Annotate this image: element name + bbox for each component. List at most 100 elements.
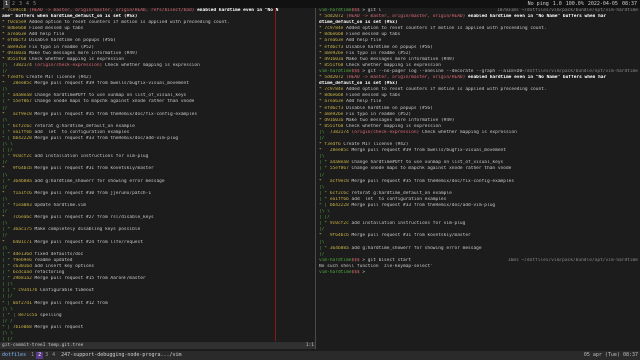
terminal-text: | |/ <box>319 215 330 221</box>
terminal-text: Fix typo in readme (#52) <box>346 50 412 56</box>
terminal-text: Make two messages more informative (#49) <box>346 117 455 123</box>
terminal-text: 8551f68 <box>324 123 347 129</box>
terminal-text: | * <box>2 263 13 269</box>
terminal-text: | * <box>2 203 13 208</box>
terminal-text: Add help file <box>346 38 382 44</box>
terminal-text: add installation instructions for vim-pl… <box>351 221 466 227</box>
shell-output[interactable]: vim-hardtime$$$ > git l 107831ms ~/dotfil… <box>317 8 640 276</box>
terminal-text: | * <box>2 270 13 276</box>
terminal-text: Added option to reset counters if motion… <box>346 26 547 32</box>
terminal-text: add installation instructions for vim-pl… <box>34 154 149 160</box>
terminal-text: * <box>2 166 13 172</box>
terminal-text: efd6cf3 <box>7 38 30 44</box>
terminal-text: 7ce9ccb <box>4 8 30 13</box>
terminal-line: vim-hardtime$$$ > git bisect start 16ms ~… <box>317 258 640 264</box>
terminal-text: (HEAD -> master, origin/master, origin/H… <box>346 75 469 81</box>
terminal-text: $$$ <box>351 270 363 276</box>
terminal-text: * <box>2 190 13 196</box>
terminal-text: Check whether mapping is expression <box>346 123 441 129</box>
terminal-text: |\ \ <box>319 209 330 215</box>
terminal-text: > git bisect start <box>362 257 412 263</box>
terminal-text: | * <box>319 190 330 196</box>
tmux-window-title: 247-support-debugging-node-progra.../vim <box>61 352 182 359</box>
workspace-2[interactable]: 2 <box>10 0 17 8</box>
terminal-text: spelling <box>39 312 62 318</box>
terminal-text: * <box>319 148 330 154</box>
terminal-text: | * <box>2 257 13 263</box>
terminal-text: |/ <box>2 160 8 166</box>
terminal-text: * <box>2 81 13 87</box>
terminal-text: Disable hardtime on popups (#56) <box>29 38 116 44</box>
working-directory: ~/dotfiles/vim/pack/bundle/opt/vim-hardt… <box>521 257 639 263</box>
network-status: No ping <box>527 0 549 7</box>
terminal-text: Check whether mapping is expression <box>29 56 124 62</box>
terminal-text: | |\ <box>2 282 13 288</box>
terminal-line: vim-hardtime$$$ > git l 107831ms ~/dotfil… <box>317 8 640 14</box>
terminal-text: Configurable timeout <box>39 288 95 294</box>
terminal-text: |/ <box>319 172 325 178</box>
terminal-text: readme updated <box>34 257 73 263</box>
terminal-text: Change xnode maps to mapchk against xnod… <box>351 166 512 172</box>
terminal-text: Fixed messed up tabs <box>346 32 401 38</box>
terminal-text: * <box>319 233 330 239</box>
terminal-text: * | <box>2 324 13 330</box>
terminal-text: 8551f68 <box>7 56 30 62</box>
terminal-text: Merge pull request #33 from theRemix/doc… <box>351 203 496 208</box>
terminal-text: Merge pull request #35 from theRemix/doc… <box>351 178 515 184</box>
terminal-text: f3edf6 <box>324 142 344 148</box>
terminal-text: vim-hardtime <box>319 8 352 13</box>
workspace-5[interactable]: 5 <box>31 0 38 8</box>
workspace-4[interactable]: 4 <box>24 0 31 8</box>
terminal-text: * <box>2 239 13 245</box>
terminal-text: |/ <box>2 68 8 74</box>
terminal-text: add `let` to configuration examples <box>34 129 130 135</box>
terminal-text: Merge pull request #30 from jjeruno/patc… <box>34 190 152 196</box>
terminal-text: Merge pull request #31 from kovetskiy/ma… <box>351 233 471 239</box>
terminal-text: |/ <box>2 184 8 190</box>
tmux-tab-4[interactable]: 4 <box>50 352 57 358</box>
cursor-position: 1:1 <box>305 343 314 348</box>
terminal-text: | * <box>2 227 13 233</box>
terminal-text: | |/ <box>2 148 13 154</box>
terminal-text: |\ <box>2 87 8 93</box>
terminal-text: 7382174 <box>12 62 35 68</box>
terminal-text: 4de136d <box>12 251 35 257</box>
workspace-3[interactable]: 3 <box>17 0 24 8</box>
terminal-text: | * | <box>2 312 19 318</box>
terminal-text: efd6cf3 <box>324 105 347 111</box>
terminal-text: Fix typo in readme (#52) <box>29 44 95 50</box>
terminal-text: f1ea083 <box>12 203 35 208</box>
terminal-text: Make completely disabling keys possible <box>34 227 141 233</box>
terminal-text: |\ <box>2 221 8 227</box>
terminal-text: |\ \ <box>2 142 13 148</box>
terminal-text: f1a1fc6 <box>12 190 35 196</box>
terminal-text: * | <box>2 135 13 141</box>
tmux-tab-3[interactable]: 3 <box>43 352 50 358</box>
system-status: No ping 1.0 100.0% 2022-04-05 08:37 <box>528 1 637 7</box>
terminal-text: Check whether mapping is expression <box>421 129 517 135</box>
terminal-text: |\ \ <box>2 306 13 312</box>
shell-pane[interactable]: vim-hardtime$$$ > git l 107831ms ~/dotfil… <box>317 8 640 349</box>
terminal-text: Merge pull request #12 from <box>34 300 108 306</box>
tmux-tab-1[interactable]: 1 <box>29 352 36 358</box>
terminal-text: Check whether mapping is expression <box>104 62 200 68</box>
terminal-text: Merge pull request #39 from bwells/bugfi… <box>351 148 506 154</box>
terminal-text: f3edf6 <box>7 75 27 81</box>
tmux-tab-2[interactable]: 2 <box>36 352 44 359</box>
git-log-buffer[interactable]: * 7ce9ccb (HEAD -> master, origin/master… <box>0 8 315 343</box>
terminal-text: 8d6e6b8 <box>7 26 30 32</box>
terminal-text: (origin/check-expression) <box>34 62 105 68</box>
workspace-1[interactable]: 1 <box>3 0 11 8</box>
terminal-text: a7ea63e <box>324 38 347 44</box>
battery-level: 100.0% <box>565 0 584 7</box>
terminal-text: > git --no-pager log --oneline --decorat… <box>362 68 523 74</box>
terminal-text: 5dd2072 <box>324 75 347 81</box>
terminal-text: Merge pull request #39 from bwells/bugfi… <box>34 81 189 87</box>
vim-git-tree-pane[interactable]: * 7ce9ccb (HEAD -> master, origin/master… <box>0 8 316 349</box>
terminal-text: (origin/check-expression) <box>351 129 422 135</box>
terminal-text: | |/ <box>2 294 13 300</box>
terminal-text: $$$ <box>351 257 363 263</box>
terminal-text: bb42228 <box>12 135 35 141</box>
terminal-text: 7b1e0b8 <box>12 324 35 330</box>
terminal-text: 6cf2c6c <box>329 190 352 196</box>
